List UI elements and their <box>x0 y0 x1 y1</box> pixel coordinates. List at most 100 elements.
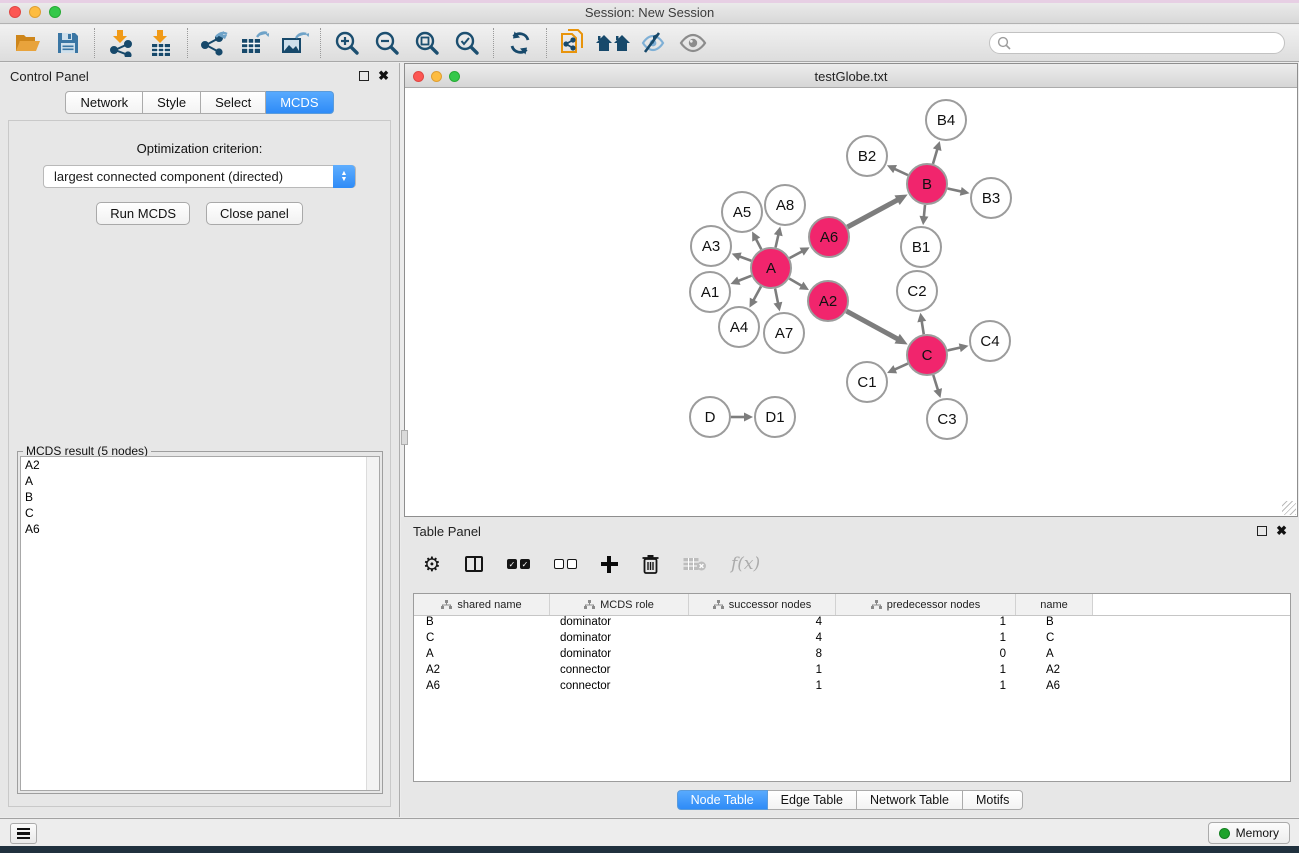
table-cell[interactable]: A <box>1016 648 1093 664</box>
table-row[interactable]: A6connector11A6 <box>414 680 1290 696</box>
table-cell[interactable]: connector <box>550 680 689 696</box>
table-cell[interactable]: 1 <box>689 680 836 696</box>
table-cell[interactable]: 0 <box>836 648 1016 664</box>
close-table-panel-icon[interactable]: ✖ <box>1276 526 1287 536</box>
import-table-button[interactable] <box>141 27 181 59</box>
first-neighbors-button[interactable] <box>593 27 633 59</box>
table-cell[interactable]: C <box>1016 632 1093 648</box>
export-network-button[interactable] <box>194 27 234 59</box>
tab-mcds[interactable]: MCDS <box>266 91 333 114</box>
table-row[interactable]: Cdominator41C <box>414 632 1290 648</box>
open-file-button[interactable] <box>8 27 48 59</box>
refresh-button[interactable] <box>500 27 540 59</box>
function-builder-button[interactable]: f(x) <box>731 553 760 575</box>
zoom-fit-button[interactable] <box>407 27 447 59</box>
network-graph[interactable]: B4B2BB3A5A8A6A3B1AA1C2A2A4A7C4CC1C3DD1 <box>405 88 1297 516</box>
graph-edge[interactable] <box>776 233 779 247</box>
mcds-result-list[interactable]: A2ABCA6 <box>20 456 380 791</box>
task-history-button[interactable] <box>10 823 37 844</box>
table-cell[interactable]: 1 <box>836 664 1016 680</box>
graph-edge[interactable] <box>775 289 778 305</box>
graph-edge[interactable] <box>789 279 803 287</box>
graph-edge[interactable] <box>921 320 923 335</box>
export-image-button[interactable] <box>274 27 314 59</box>
table-cell[interactable]: 8 <box>689 648 836 664</box>
table-cell[interactable]: A6 <box>414 680 550 696</box>
table-cell[interactable]: 1 <box>836 632 1016 648</box>
tab-edge-table[interactable]: Edge Table <box>768 790 857 810</box>
table-cell[interactable]: 1 <box>836 680 1016 696</box>
close-panel-icon[interactable]: ✖ <box>378 71 389 81</box>
graph-edge[interactable] <box>846 311 898 340</box>
column-header-name[interactable]: name <box>1016 594 1093 615</box>
table-row[interactable]: A2connector11A2 <box>414 664 1290 680</box>
import-network-button[interactable] <box>101 27 141 59</box>
table-cell[interactable]: connector <box>550 664 689 680</box>
tab-node-table[interactable]: Node Table <box>677 790 768 810</box>
optimization-criterion-select[interactable]: largest connected component (directed) ▲… <box>43 165 356 188</box>
zoom-selected-button[interactable] <box>447 27 487 59</box>
save-session-button[interactable] <box>48 27 88 59</box>
column-header-successor-nodes[interactable]: successor nodes <box>689 594 836 615</box>
table-cell[interactable]: A6 <box>1016 680 1093 696</box>
result-item[interactable]: B <box>21 489 379 505</box>
close-view-button[interactable] <box>413 71 424 82</box>
table-cell[interactable]: 1 <box>689 664 836 680</box>
table-cell[interactable]: 4 <box>689 632 836 648</box>
show-columns-button[interactable] <box>465 553 483 575</box>
column-header-predecessor-nodes[interactable]: predecessor nodes <box>836 594 1016 615</box>
node-table[interactable]: shared nameMCDS rolesuccessor nodesprede… <box>413 593 1291 782</box>
graph-edge[interactable] <box>847 199 898 227</box>
select-all-button[interactable]: ✓ ✓ <box>507 553 530 575</box>
result-item[interactable]: A6 <box>21 521 379 537</box>
table-options-button[interactable]: ⚙ <box>423 553 441 575</box>
graph-edge[interactable] <box>893 168 908 175</box>
table-cell[interactable]: dominator <box>550 616 689 632</box>
table-cell[interactable]: A <box>414 648 550 664</box>
tab-select[interactable]: Select <box>201 91 266 114</box>
network-canvas[interactable]: B4B2BB3A5A8A6A3B1AA1C2A2A4A7C4CC1C3DD1 <box>405 88 1297 516</box>
table-cell[interactable]: B <box>414 616 550 632</box>
search-input[interactable] <box>989 32 1285 54</box>
graph-edge[interactable] <box>737 276 751 282</box>
close-panel-button[interactable]: Close panel <box>206 202 303 225</box>
table-cell[interactable]: dominator <box>550 648 689 664</box>
run-mcds-button[interactable]: Run MCDS <box>96 202 190 225</box>
deselect-all-button[interactable] <box>554 553 577 575</box>
table-cell[interactable]: dominator <box>550 632 689 648</box>
graph-edge[interactable] <box>933 148 938 164</box>
table-cell[interactable]: A2 <box>1016 664 1093 680</box>
new-network-from-file-button[interactable] <box>553 27 593 59</box>
column-header-MCDS-role[interactable]: MCDS role <box>550 594 689 615</box>
result-scrollbar[interactable] <box>366 457 379 790</box>
tab-network[interactable]: Network <box>65 91 143 114</box>
result-item[interactable]: C <box>21 505 379 521</box>
delete-columns-button[interactable] <box>642 553 659 575</box>
table-cell[interactable]: A2 <box>414 664 550 680</box>
graph-edge[interactable] <box>738 256 751 261</box>
column-header-shared-name[interactable]: shared name <box>414 594 550 615</box>
network-window-titlebar[interactable]: testGlobe.txt <box>405 64 1297 88</box>
tab-network-table[interactable]: Network Table <box>857 790 963 810</box>
table-cell[interactable]: 4 <box>689 616 836 632</box>
table-row[interactable]: Adominator80A <box>414 648 1290 664</box>
float-panel-icon[interactable] <box>359 71 369 81</box>
graph-edge[interactable] <box>933 375 938 391</box>
float-table-panel-icon[interactable] <box>1257 526 1267 536</box>
splitter-grip-icon[interactable] <box>401 430 408 445</box>
graph-edge[interactable] <box>753 286 761 301</box>
table-row[interactable]: Bdominator41B <box>414 616 1290 632</box>
resize-grip-icon[interactable] <box>1282 501 1296 515</box>
graph-edge[interactable] <box>947 347 961 350</box>
tab-style[interactable]: Style <box>143 91 201 114</box>
result-item[interactable]: A <box>21 473 379 489</box>
hide-graphics-details-button[interactable] <box>633 27 673 59</box>
graph-edge[interactable] <box>948 188 963 191</box>
delete-table-button[interactable] <box>683 553 707 575</box>
zoom-out-button[interactable] <box>367 27 407 59</box>
show-graphics-details-button[interactable] <box>673 27 713 59</box>
add-column-button[interactable] <box>601 553 618 575</box>
table-cell[interactable]: C <box>414 632 550 648</box>
graph-edge[interactable] <box>790 251 804 258</box>
graph-edge[interactable] <box>893 364 907 370</box>
